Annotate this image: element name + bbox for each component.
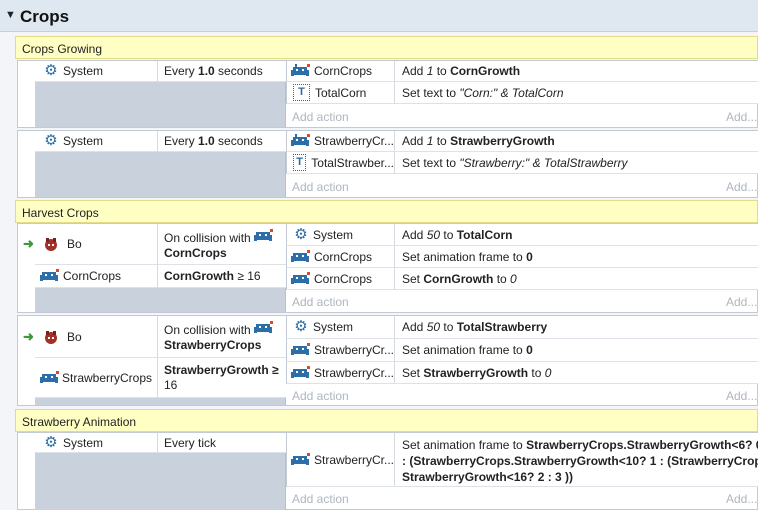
section-title: Crops bbox=[20, 7, 70, 26]
condition-object[interactable]: Bo bbox=[35, 316, 157, 358]
action-object[interactable]: T TotalStrawber... bbox=[286, 152, 394, 174]
group-bar-crops-growing[interactable]: Crops Growing bbox=[15, 36, 758, 59]
action-text[interactable]: Set CornGrowth to 0 bbox=[394, 268, 758, 290]
condition-text[interactable]: On collision with StrawberryCrops bbox=[157, 316, 286, 358]
text-object-icon: T bbox=[293, 84, 310, 101]
condition-object[interactable]: StrawberryCrops bbox=[35, 358, 157, 398]
condition-object[interactable]: ⚙ System bbox=[35, 61, 157, 82]
space-invader-icon bbox=[40, 269, 59, 281]
group-title: Strawberry Animation bbox=[22, 415, 137, 429]
add-action-link[interactable]: Add action bbox=[292, 110, 349, 124]
red-creature-icon bbox=[45, 330, 57, 344]
action-object[interactable]: CornCrops bbox=[286, 246, 394, 268]
action-text[interactable]: Add 50 to TotalStrawberry bbox=[394, 316, 758, 339]
space-invader-icon bbox=[291, 249, 310, 262]
action-object[interactable]: CornCrops bbox=[286, 268, 394, 290]
action-text[interactable]: Set StrawberryGrowth to 0 bbox=[394, 362, 758, 384]
condition-text[interactable]: Every tick bbox=[157, 433, 286, 453]
condition-object[interactable]: ⚙ System bbox=[35, 433, 157, 453]
collapse-triangle-icon[interactable]: ▼ bbox=[5, 9, 16, 21]
action-text[interactable]: Add 50 to TotalCorn bbox=[394, 224, 758, 246]
space-invader-icon bbox=[291, 64, 310, 76]
trigger-arrow-icon: ➜ bbox=[23, 236, 34, 251]
condition-text[interactable]: Every 1.0 seconds bbox=[157, 61, 286, 82]
add-action-link[interactable]: Add action bbox=[292, 295, 349, 309]
condition-text[interactable]: CornGrowth ≥ 16 bbox=[157, 265, 286, 288]
trigger-arrow-icon: ➜ bbox=[23, 329, 34, 344]
add-link[interactable]: Add... bbox=[726, 110, 757, 124]
text-object-icon: T bbox=[293, 154, 307, 171]
section-header bbox=[0, 0, 758, 32]
group-bar-harvest-crops[interactable]: Harvest Crops bbox=[15, 200, 758, 223]
action-text[interactable]: Set text to "Corn:" & TotalCorn bbox=[394, 82, 758, 104]
add-link[interactable]: Add... bbox=[726, 492, 757, 506]
action-object[interactable]: StrawberryCr... bbox=[286, 362, 394, 384]
add-link[interactable]: Add... bbox=[726, 295, 757, 309]
gear-icon: ⚙ bbox=[44, 62, 58, 79]
action-object[interactable]: StrawberryCr... bbox=[286, 131, 394, 152]
gear-icon: ⚙ bbox=[44, 132, 58, 149]
space-invader-icon bbox=[291, 452, 310, 465]
action-object[interactable]: T TotalCorn bbox=[286, 82, 394, 104]
gear-icon: ⚙ bbox=[294, 225, 308, 243]
space-invader-icon bbox=[254, 320, 274, 333]
action-text[interactable]: Set animation frame to StrawberryCrops.S… bbox=[394, 433, 758, 487]
space-invader-icon bbox=[291, 365, 310, 378]
space-invader-icon bbox=[291, 134, 310, 146]
gear-icon: ⚙ bbox=[44, 433, 58, 451]
space-invader-icon bbox=[40, 370, 59, 383]
group-title: Crops Growing bbox=[22, 42, 103, 56]
action-text[interactable]: Add 1 to CornGrowth bbox=[394, 61, 758, 82]
action-text[interactable]: Add 1 to StrawberryGrowth bbox=[394, 131, 758, 152]
add-action-link[interactable]: Add action bbox=[292, 389, 349, 403]
red-creature-icon bbox=[45, 238, 57, 251]
gear-icon: ⚙ bbox=[294, 318, 308, 335]
condition-object[interactable]: Bo bbox=[35, 224, 157, 265]
add-action-link[interactable]: Add action bbox=[292, 180, 349, 194]
add-action-link[interactable]: Add action bbox=[292, 492, 349, 506]
action-text[interactable]: Set animation frame to 0 bbox=[394, 246, 758, 268]
action-object[interactable]: StrawberryCr... bbox=[286, 433, 394, 487]
action-object[interactable]: CornCrops bbox=[286, 61, 394, 82]
action-object[interactable]: StrawberryCr... bbox=[286, 339, 394, 362]
condition-text[interactable]: On collision with CornCrops bbox=[157, 224, 286, 265]
condition-text[interactable]: Every 1.0 seconds bbox=[157, 131, 286, 152]
space-invader-icon bbox=[254, 228, 274, 241]
action-object[interactable]: ⚙ System bbox=[286, 224, 394, 246]
space-invader-icon bbox=[291, 343, 310, 355]
condition-text[interactable]: StrawberryGrowth ≥ 16 bbox=[157, 358, 286, 398]
action-object[interactable]: ⚙ System bbox=[286, 316, 394, 339]
group-bar-strawberry-animation[interactable]: Strawberry Animation bbox=[15, 409, 758, 432]
space-invader-icon bbox=[291, 271, 310, 284]
group-title: Harvest Crops bbox=[22, 206, 99, 220]
condition-object[interactable]: CornCrops bbox=[35, 265, 157, 288]
action-text[interactable]: Set text to "Strawberry:" & TotalStrawbe… bbox=[394, 152, 758, 174]
action-text[interactable]: Set animation frame to 0 bbox=[394, 339, 758, 362]
add-link[interactable]: Add... bbox=[726, 180, 757, 194]
add-link[interactable]: Add... bbox=[726, 389, 757, 403]
condition-object[interactable]: ⚙ System bbox=[35, 131, 157, 152]
